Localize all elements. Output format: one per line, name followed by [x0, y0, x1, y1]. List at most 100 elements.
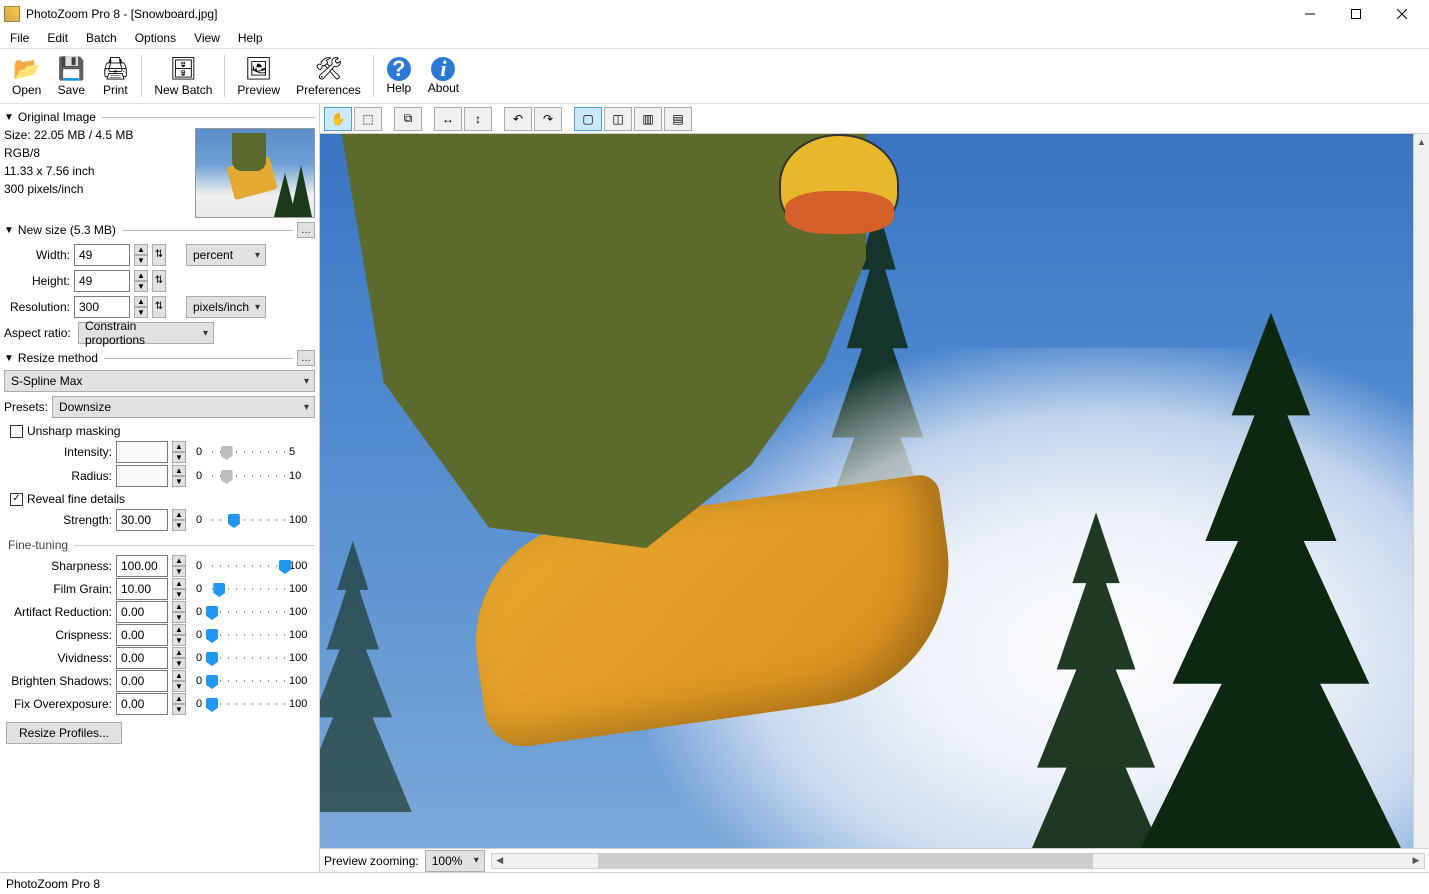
- ft-slider-3[interactable]: [212, 625, 285, 645]
- strength-input[interactable]: [116, 509, 168, 531]
- resize-method-options-button[interactable]: …: [297, 350, 315, 366]
- crop-tool-button[interactable]: ⧉: [394, 107, 422, 131]
- resize-method-select[interactable]: S-Spline Max: [4, 370, 315, 392]
- reveal-fine-details-checkbox[interactable]: ✓Reveal fine details: [10, 492, 315, 506]
- height-link-button[interactable]: ⇅: [152, 270, 166, 292]
- collapse-icon: ▼: [4, 112, 14, 123]
- preview-image[interactable]: ▲: [320, 134, 1429, 848]
- flip-vertical-button[interactable]: ↕: [464, 107, 492, 131]
- height-up[interactable]: ▲: [134, 270, 148, 281]
- flip-horizontal-button[interactable]: ↔: [434, 107, 462, 131]
- new-batch-button[interactable]: 🗄New Batch: [146, 51, 220, 101]
- close-button[interactable]: [1379, 0, 1425, 28]
- new-size-options-button[interactable]: …: [297, 222, 315, 238]
- width-down[interactable]: ▼: [134, 255, 148, 266]
- ft-slider-6[interactable]: [212, 694, 285, 714]
- ft-slider-0[interactable]: [212, 556, 285, 576]
- resolution-label: Resolution:: [4, 300, 70, 314]
- new-size-header[interactable]: ▼New size (5.3 MB)…: [4, 222, 315, 238]
- batch-icon: 🗄: [169, 55, 197, 83]
- res-link-button[interactable]: ⇅: [152, 296, 166, 318]
- print-button[interactable]: 🖨Print: [93, 51, 137, 101]
- resize-profiles-button[interactable]: Resize Profiles...: [6, 722, 122, 744]
- view-single-button[interactable]: ▢: [574, 107, 602, 131]
- aspect-ratio-select[interactable]: Constrain proportions: [78, 322, 214, 344]
- redo-button[interactable]: ↷: [534, 107, 562, 131]
- strength-label: Strength:: [4, 513, 112, 527]
- ft-slider-2[interactable]: [212, 602, 285, 622]
- ft-input-6[interactable]: [116, 693, 168, 715]
- width-input[interactable]: [74, 244, 130, 266]
- ft-input-1[interactable]: [116, 578, 168, 600]
- view-single-icon: ▢: [582, 112, 593, 126]
- checkbox-icon: [10, 425, 23, 438]
- height-input[interactable]: [74, 270, 130, 292]
- resolution-input[interactable]: [74, 296, 130, 318]
- vertical-scrollbar[interactable]: ▲: [1413, 134, 1429, 848]
- scroll-left-icon[interactable]: ◀: [492, 854, 508, 868]
- radius-slider[interactable]: [212, 466, 285, 486]
- ft-slider-5[interactable]: [212, 671, 285, 691]
- radius-input[interactable]: [116, 465, 168, 487]
- collapse-icon: ▼: [4, 225, 14, 236]
- original-image-header[interactable]: ▼Original Image: [4, 110, 315, 124]
- about-button[interactable]: iAbout: [420, 51, 467, 101]
- view-split-center-button[interactable]: ◫: [604, 107, 632, 131]
- intensity-input[interactable]: [116, 441, 168, 463]
- save-button[interactable]: 💾Save: [49, 51, 93, 101]
- marquee-tool-button[interactable]: ⬚: [354, 107, 382, 131]
- thumbnail-navigator[interactable]: [195, 128, 315, 218]
- intensity-label: Intensity:: [4, 445, 112, 459]
- help-button[interactable]: ?Help: [378, 51, 420, 101]
- menu-help[interactable]: Help: [230, 29, 271, 47]
- scroll-right-icon[interactable]: ▶: [1408, 854, 1424, 868]
- undo-button[interactable]: ↶: [504, 107, 532, 131]
- statusbar: PhotoZoom Pro 8: [0, 872, 1429, 894]
- menu-view[interactable]: View: [186, 29, 228, 47]
- menu-file[interactable]: File: [2, 29, 37, 47]
- ft-input-2[interactable]: [116, 601, 168, 623]
- ft-input-3[interactable]: [116, 624, 168, 646]
- width-link-button[interactable]: ⇅: [152, 244, 166, 266]
- resolution-unit-select[interactable]: pixels/inch: [186, 296, 266, 318]
- minimize-button[interactable]: [1287, 0, 1333, 28]
- menu-batch[interactable]: Batch: [78, 29, 125, 47]
- unsharp-masking-checkbox[interactable]: Unsharp masking: [10, 424, 315, 438]
- ft-input-4[interactable]: [116, 647, 168, 669]
- width-up[interactable]: ▲: [134, 244, 148, 255]
- maximize-button[interactable]: [1333, 0, 1379, 28]
- res-up[interactable]: ▲: [134, 296, 148, 307]
- view-split-h-button[interactable]: ▥: [634, 107, 662, 131]
- flip-v-icon: ↕: [475, 112, 481, 126]
- menu-options[interactable]: Options: [127, 29, 184, 47]
- res-down[interactable]: ▼: [134, 307, 148, 318]
- hand-tool-button[interactable]: ✋: [324, 107, 352, 131]
- width-label: Width:: [4, 248, 70, 262]
- preferences-button[interactable]: 🛠Preferences: [288, 51, 369, 101]
- ft-input-5[interactable]: [116, 670, 168, 692]
- crop-icon: ⧉: [404, 111, 413, 126]
- menu-edit[interactable]: Edit: [39, 29, 76, 47]
- radius-label: Radius:: [4, 469, 112, 483]
- preview-zoom-select[interactable]: 100%: [425, 850, 485, 872]
- ft-input-0[interactable]: [116, 555, 168, 577]
- ft-slider-4[interactable]: [212, 648, 285, 668]
- height-down[interactable]: ▼: [134, 281, 148, 292]
- preview-footer: Preview zooming: 100% ◀▶: [320, 848, 1429, 872]
- horizontal-scrollbar[interactable]: ◀▶: [491, 853, 1425, 869]
- strength-slider[interactable]: [212, 510, 285, 530]
- resize-method-header[interactable]: ▼Resize method…: [4, 350, 315, 366]
- open-button[interactable]: 📂Open: [4, 51, 49, 101]
- ft-slider-1[interactable]: [212, 579, 285, 599]
- preview-area: ✋ ⬚ ⧉ ↔ ↕ ↶ ↷ ▢ ◫ ▥ ▤: [320, 104, 1429, 872]
- about-icon: i: [431, 57, 455, 81]
- scroll-up-icon[interactable]: ▲: [1414, 134, 1429, 150]
- presets-select[interactable]: Downsize: [52, 396, 315, 418]
- view-split-v-button[interactable]: ▤: [664, 107, 692, 131]
- size-unit-select[interactable]: percent: [186, 244, 266, 266]
- preview-button[interactable]: 🖼Preview: [229, 51, 288, 101]
- flip-h-icon: ↔: [442, 112, 454, 126]
- original-dimensions: 11.33 x 7.56 inch: [4, 164, 191, 178]
- print-icon: 🖨: [101, 55, 129, 83]
- intensity-slider[interactable]: [212, 442, 285, 462]
